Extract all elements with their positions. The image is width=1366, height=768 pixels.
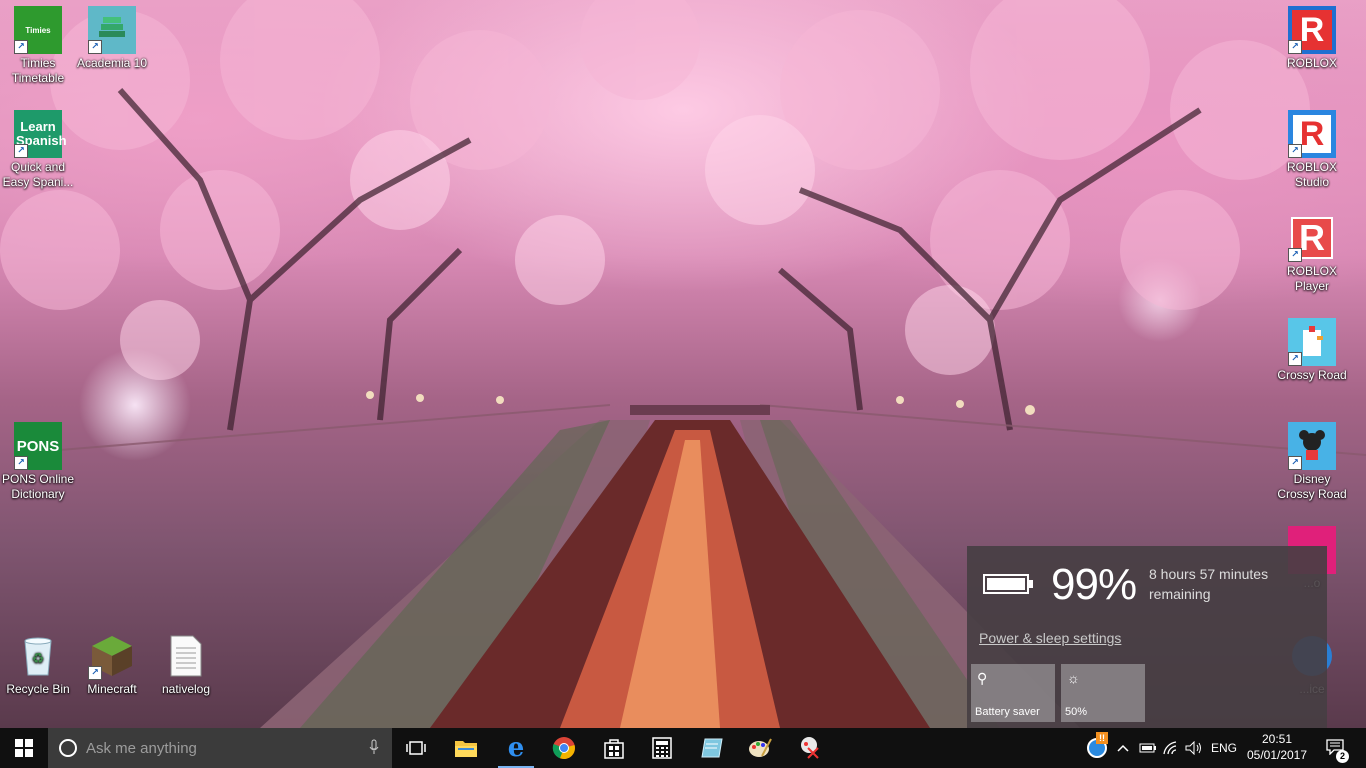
cortana-search-box[interactable]: Ask me anything	[48, 728, 392, 768]
desktop-icon-label: Academia 10	[76, 56, 148, 70]
desktop-icon-label: ROBLOX	[1286, 56, 1337, 70]
text-file-icon	[162, 632, 210, 680]
battery-saver-label: Battery saver	[975, 706, 1040, 718]
taskbar: Ask me anything e !! ENG 20:51 05/01/201…	[0, 728, 1366, 768]
roblox-studio-icon: R ↗	[1288, 110, 1336, 158]
power-sleep-settings-link[interactable]: Power & sleep settings	[979, 630, 1121, 646]
chrome-button[interactable]	[540, 728, 588, 768]
calculator-icon	[652, 737, 672, 759]
desktop-icon-nativelog[interactable]: nativelog	[148, 626, 224, 697]
desktop-icon-learn-spanish[interactable]: Learn Spanish ↗ Quick and Easy Spani...	[0, 104, 76, 190]
windows-logo-icon	[15, 739, 33, 757]
notification-icon: 2	[1326, 738, 1349, 763]
svg-text:♻: ♻	[32, 650, 45, 666]
show-hidden-icons-chevron-up-icon[interactable]	[1114, 728, 1132, 768]
edge-button[interactable]: e	[492, 728, 540, 768]
cortana-icon	[59, 739, 77, 757]
snipping-tool-button[interactable]	[786, 728, 834, 768]
start-button[interactable]	[0, 728, 48, 768]
roblox-player-icon: R ↗	[1288, 214, 1336, 262]
minecraft-icon: ↗	[88, 632, 136, 680]
brightness-tile[interactable]: ☼ 50%	[1061, 664, 1145, 722]
recycle-bin-icon: ♻	[14, 632, 62, 680]
desktop-icon-label: nativelog	[161, 682, 211, 696]
desktop-icon-recycle-bin[interactable]: ♻ Recycle Bin	[0, 626, 76, 697]
brightness-label: 50%	[1065, 706, 1088, 718]
clock-date: 05/01/2017	[1246, 748, 1308, 762]
notebook-icon	[701, 738, 723, 758]
desktop-icon-pons-dictionary[interactable]: PONS ↗ PONS Online Dictionary	[0, 416, 76, 502]
battery-icon	[983, 574, 1033, 594]
volume-icon[interactable]	[1184, 728, 1204, 768]
desktop-icon-roblox-studio[interactable]: R ↗ ROBLOX Studio	[1274, 104, 1350, 190]
battery-percentage: 99%	[1051, 560, 1137, 609]
edge-icon: e	[507, 733, 525, 763]
shortcut-arrow-icon: ↗	[1288, 40, 1302, 54]
microphone-icon[interactable]	[362, 739, 386, 758]
desktop-icon-label: Quick and Easy Spani...	[2, 160, 74, 189]
paint-button[interactable]	[736, 728, 784, 768]
desktop-icon-label: Timies Timetable	[11, 56, 65, 85]
shortcut-arrow-icon: ↗	[14, 40, 28, 54]
desktop-icon-label: Recycle Bin	[6, 682, 70, 696]
timies-timetable-icon: Timies ↗	[14, 6, 62, 54]
desktop-icon-label: ROBLOX Studio	[1286, 160, 1337, 189]
desktop-icon-academia[interactable]: ↗ Academia 10	[74, 0, 150, 71]
battery-saver-tile[interactable]: ⚲ Battery saver	[971, 664, 1055, 722]
folder-icon	[455, 741, 477, 757]
shortcut-arrow-icon: ↗	[88, 666, 102, 680]
tray-app-icon[interactable]: !!	[1082, 728, 1112, 768]
brightness-icon: ☼	[1067, 670, 1080, 686]
calculator-button[interactable]	[638, 728, 686, 768]
desktop-icon-label: Minecraft	[87, 682, 137, 696]
pons-dictionary-icon: PONS ↗	[14, 422, 62, 470]
shortcut-arrow-icon: ↗	[1288, 456, 1302, 470]
desktop-icon-roblox[interactable]: R ↗ ROBLOX	[1274, 0, 1350, 71]
desktop-icon-label: ROBLOX Player	[1286, 264, 1337, 293]
desktop-icon-timies-timetable[interactable]: Timies ↗ Timies Timetable	[0, 0, 76, 86]
shortcut-arrow-icon: ↗	[88, 40, 102, 54]
clock[interactable]: 20:51 05/01/2017	[1244, 731, 1310, 763]
desktop-icon-minecraft[interactable]: ↗ Minecraft	[74, 626, 150, 697]
snipping-tool-icon	[801, 737, 819, 759]
desktop-icon-label: Disney Crossy Road	[1277, 472, 1347, 501]
battery-tray-icon[interactable]	[1136, 728, 1160, 768]
desktop-icon-roblox-player[interactable]: R ↗ ROBLOX Player	[1274, 208, 1350, 294]
desktop-icon-disney-crossy-road[interactable]: ↗ Disney Crossy Road	[1274, 416, 1350, 502]
task-view-button[interactable]	[392, 728, 440, 768]
notebook-app-button[interactable]	[688, 728, 736, 768]
store-button[interactable]	[590, 728, 638, 768]
wifi-icon[interactable]	[1160, 728, 1184, 768]
language-indicator[interactable]: ENG	[1208, 728, 1240, 768]
battery-time-remaining: 8 hours 57 minutes remaining	[1149, 566, 1269, 602]
learn-spanish-icon: Learn Spanish ↗	[14, 110, 67, 158]
academia-icon: ↗	[88, 6, 136, 54]
clock-time: 20:51	[1261, 732, 1293, 746]
battery-saver-icon: ⚲	[977, 670, 988, 686]
file-explorer-button[interactable]	[442, 728, 490, 768]
notification-count-badge: 2	[1336, 749, 1349, 763]
desktop-icon-label: PONS Online Dictionary	[1, 472, 75, 501]
crossy-road-icon: ↗	[1288, 318, 1336, 366]
paint-icon	[749, 738, 772, 757]
shortcut-arrow-icon: ↗	[14, 144, 28, 158]
shortcut-arrow-icon: ↗	[1288, 352, 1302, 366]
store-icon	[604, 739, 624, 759]
battery-flyout: 99% 8 hours 57 minutes remaining Power &…	[967, 546, 1327, 728]
action-center-button[interactable]: 2	[1320, 728, 1350, 768]
shortcut-arrow-icon: ↗	[14, 456, 28, 470]
chrome-icon	[552, 737, 575, 760]
roblox-icon: R ↗	[1288, 6, 1336, 54]
disney-crossy-road-icon: ↗	[1288, 422, 1336, 470]
desktop-icon-crossy-road[interactable]: ↗ Crossy Road	[1274, 312, 1350, 383]
shortcut-arrow-icon: ↗	[1288, 248, 1302, 262]
shortcut-arrow-icon: ↗	[1288, 144, 1302, 158]
task-view-icon	[406, 741, 426, 755]
search-placeholder: Ask me anything	[86, 739, 197, 757]
desktop-icon-label: Crossy Road	[1277, 368, 1347, 382]
